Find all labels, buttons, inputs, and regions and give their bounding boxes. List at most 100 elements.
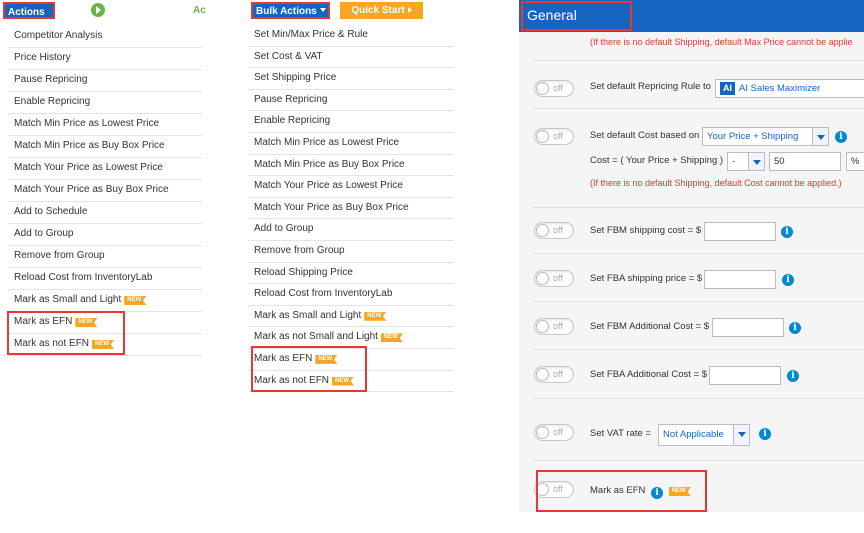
menu-item[interactable]: Remove from Group (248, 241, 454, 263)
actions-menu: Competitor Analysis Price History Pause Re… (8, 26, 202, 356)
cost-basis-select[interactable]: Your Price + Shipping (702, 127, 829, 146)
fbm-additional-toggle[interactable]: off (534, 318, 574, 335)
menu-item[interactable]: Set Cost & VAT (248, 47, 454, 69)
menu-item-label: Match Your Price as Buy Box Price (14, 184, 169, 195)
menu-item[interactable]: Match Your Price as Buy Box Price (248, 198, 454, 220)
divider (533, 349, 864, 350)
menu-item[interactable]: Mark as Small and Light NEW (248, 306, 454, 328)
info-icon[interactable]: i (789, 322, 801, 334)
repricing-rule-value: AI Sales Maximizer (739, 83, 821, 94)
menu-item-label: Mark as Small and Light (254, 309, 362, 321)
divider (533, 108, 864, 109)
fbm-additional-input[interactable] (712, 318, 784, 337)
menu-item-label: Reload Cost from InventoryLab (14, 272, 153, 283)
toggle-state-label: off (553, 321, 563, 331)
menu-item[interactable]: Match Your Price as Lowest Price (248, 176, 454, 198)
menu-item-label: Add to Group (254, 223, 314, 235)
cost-amount-input[interactable]: 50 (769, 152, 841, 171)
divider (533, 253, 864, 254)
menu-item-label: Reload Cost from InventoryLab (254, 288, 393, 300)
menu-item-label: Pause Repricing (254, 93, 328, 105)
menu-item[interactable]: Pause Repricing (8, 70, 202, 92)
menu-item[interactable]: Match Your Price as Lowest Price (8, 158, 202, 180)
fba-shipping-input[interactable] (704, 270, 776, 289)
info-icon[interactable]: i (835, 131, 847, 143)
menu-item[interactable]: Price History (8, 48, 202, 70)
menu-item[interactable]: Remove from Group (8, 246, 202, 268)
cost-unit-select[interactable]: % (846, 152, 864, 171)
info-icon[interactable]: i (759, 428, 771, 440)
fba-additional-toggle[interactable]: off (534, 366, 574, 383)
info-icon[interactable]: i (787, 370, 799, 382)
repricing-rule-select[interactable]: AI AI Sales Maximizer (715, 79, 864, 98)
vat-rate-select[interactable]: Not Applicable (658, 424, 750, 446)
menu-item[interactable]: Competitor Analysis (8, 26, 202, 48)
fbm-additional-label: Set FBM Additional Cost = $ (590, 321, 710, 332)
menu-item-label: Remove from Group (14, 250, 105, 261)
fba-shipping-label: Set FBA shipping price = $ (590, 273, 703, 284)
quick-start-button[interactable]: Quick Start (340, 2, 423, 19)
vat-rate-value: Not Applicable (663, 429, 724, 440)
menu-item[interactable]: Reload Cost from InventoryLab (248, 284, 454, 306)
menu-item-label: Set Min/Max Price & Rule (254, 29, 368, 40)
menu-item[interactable]: Add to Group (248, 219, 454, 241)
vat-toggle[interactable]: off (534, 424, 574, 441)
menu-item[interactable]: Pause Repricing (248, 90, 454, 112)
play-icon[interactable] (91, 3, 105, 17)
menu-item-label: Match Min Price as Buy Box Price (254, 158, 405, 170)
cost-formula-label: Cost = ( Your Price + Shipping ) (590, 155, 724, 166)
efn-highlight-box (536, 470, 707, 512)
chevron-down-icon (733, 425, 749, 445)
menu-item[interactable]: Reload Cost from InventoryLab (8, 268, 202, 290)
menu-item[interactable]: Mark as Small and Light NEW (8, 290, 202, 312)
toggle-knob (536, 272, 549, 285)
menu-item[interactable]: Match Min Price as Buy Box Price (8, 136, 202, 158)
bulk-actions-label: Bulk Actions (256, 6, 317, 17)
divider (533, 398, 864, 399)
menu-item[interactable]: Set Min/Max Price & Rule (248, 25, 454, 47)
new-badge: NEW (364, 311, 387, 321)
menu-item[interactable]: Reload Shipping Price (248, 263, 454, 285)
cost-operator-select[interactable]: - (727, 152, 765, 171)
toggle-knob (536, 320, 549, 333)
efn-highlight-box (251, 346, 367, 392)
menu-item-label: Remove from Group (254, 244, 345, 256)
menu-item-label: Mark as not Small and Light (254, 331, 378, 343)
menu-item[interactable]: Match Min Price as Buy Box Price (248, 155, 454, 177)
cost-basis-value: Your Price + Shipping (707, 131, 799, 142)
chevron-down-icon (748, 153, 764, 170)
info-icon[interactable]: i (782, 274, 794, 286)
bulk-actions-panel: Bulk Actions Quick Start Set Min/Max Pri… (248, 0, 454, 533)
fbm-shipping-toggle[interactable]: off (534, 222, 574, 239)
new-badge: NEW (124, 296, 147, 305)
menu-item[interactable]: Match Your Price as Buy Box Price (8, 180, 202, 202)
settings-body: (If there is no default Shipping, defaul… (519, 32, 864, 512)
menu-item[interactable]: Add to Schedule (8, 202, 202, 224)
fba-shipping-toggle[interactable]: off (534, 270, 574, 287)
menu-item[interactable]: Enable Repricing (8, 92, 202, 114)
menu-item-label: Competitor Analysis (14, 30, 103, 41)
fbm-shipping-label: Set FBM shipping cost = $ (590, 225, 702, 236)
fba-additional-label: Set FBA Additional Cost = $ (590, 369, 707, 380)
menu-item[interactable]: Enable Repricing (248, 111, 454, 133)
menu-item[interactable]: Match Min Price as Lowest Price (8, 114, 202, 136)
menu-item[interactable]: Match Min Price as Lowest Price (248, 133, 454, 155)
activate-text[interactable]: Ac (193, 5, 206, 16)
fba-additional-input[interactable] (709, 366, 781, 385)
page-title: General Settings (521, 1, 632, 48)
toggle-knob (536, 368, 549, 381)
vat-label: Set VAT rate = (590, 428, 651, 439)
repricing-rule-toggle[interactable]: off (534, 80, 574, 97)
info-icon[interactable]: i (781, 226, 793, 238)
bulk-actions-dropdown-button[interactable]: Bulk Actions (251, 2, 330, 19)
default-cost-toggle[interactable]: off (534, 128, 574, 145)
fbm-shipping-input[interactable] (704, 222, 776, 241)
toggle-state-label: off (553, 131, 563, 141)
actions-dropdown-button[interactable]: Actions (3, 2, 55, 30)
divider (533, 60, 864, 61)
toggle-state-label: off (553, 427, 563, 437)
menu-item[interactable]: Add to Group (8, 224, 202, 246)
toggle-knob (536, 82, 549, 95)
menu-item[interactable]: Set Shipping Price (248, 68, 454, 90)
menu-item-label: Set Cost & VAT (254, 50, 323, 62)
